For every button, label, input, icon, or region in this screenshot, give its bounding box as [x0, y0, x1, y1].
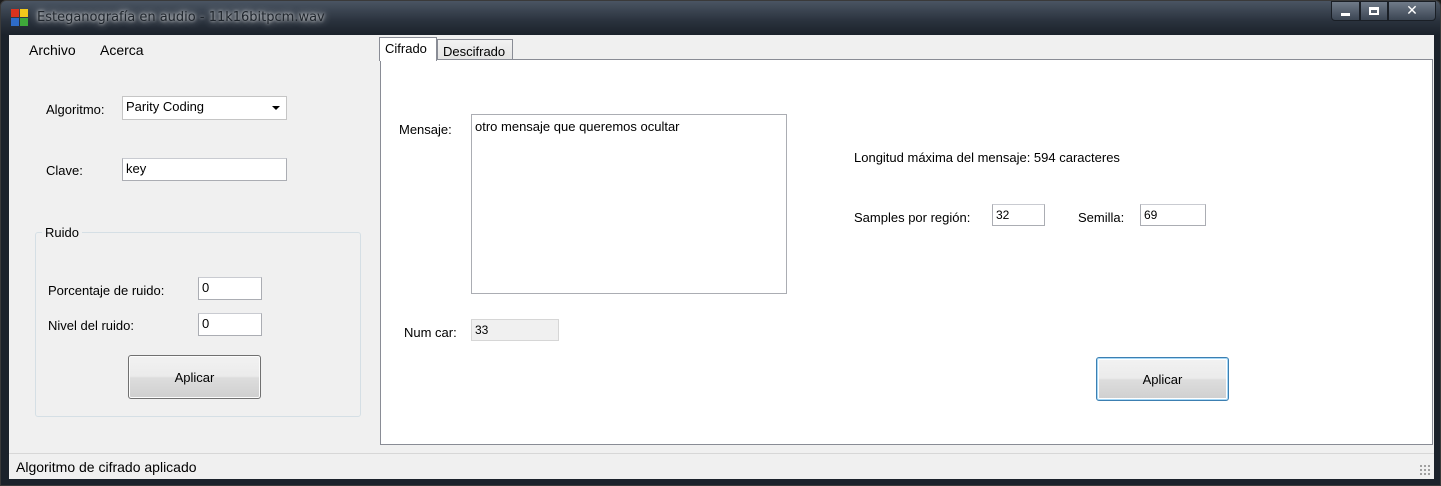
samples-label: Samples por región:	[854, 210, 971, 225]
tab-descifrado[interactable]: Descifrado	[437, 39, 513, 61]
semilla-input[interactable]: 69	[1140, 204, 1206, 226]
client-area: Archivo Acerca Algoritmo: Parity Coding …	[9, 35, 1434, 479]
mensaje-textarea[interactable]: otro mensaje que queremos ocultar	[471, 114, 787, 294]
mensaje-label: Mensaje:	[399, 122, 452, 137]
samples-input[interactable]: 32	[992, 204, 1045, 226]
menu-bar: Archivo Acerca	[9, 35, 379, 63]
chevron-down-icon	[272, 106, 280, 110]
menu-archivo[interactable]: Archivo	[29, 42, 76, 58]
numcar-value: 33	[471, 319, 559, 341]
algoritmo-select[interactable]: Parity Coding	[122, 96, 287, 120]
status-text: Algoritmo de cifrado aplicado	[16, 459, 197, 475]
algoritmo-select-value: Parity Coding	[126, 99, 205, 114]
nivel-ruido-label: Nivel del ruido:	[48, 318, 134, 333]
title-bar[interactable]: Esteganografía en audio - 11k16bitpcm.wa…	[1, 1, 1441, 35]
numcar-label: Num car:	[404, 325, 457, 340]
app-icon	[11, 9, 29, 27]
minimize-button[interactable]	[1331, 1, 1360, 21]
clave-input[interactable]: key	[122, 158, 287, 181]
minimize-icon	[1341, 12, 1350, 16]
algoritmo-label: Algoritmo:	[46, 102, 105, 117]
ruido-apply-button[interactable]: Aplicar	[128, 355, 261, 399]
close-button[interactable]: ✕	[1388, 1, 1436, 21]
caption-buttons: ✕	[1331, 1, 1436, 21]
tab-cifrado[interactable]: Cifrado	[379, 37, 437, 61]
nivel-ruido-input[interactable]: 0	[198, 313, 262, 336]
status-bar: Algoritmo de cifrado aplicado	[9, 453, 1434, 479]
tab-page-cifrado: Mensaje: otro mensaje que queremos ocult…	[380, 59, 1433, 445]
close-icon: ✕	[1406, 3, 1418, 19]
ruido-groupbox-title: Ruido	[42, 225, 82, 240]
clave-label: Clave:	[46, 163, 83, 178]
semilla-label: Semilla:	[1078, 210, 1125, 225]
menu-acerca[interactable]: Acerca	[100, 42, 144, 58]
app-window: Esteganografía en audio - 11k16bitpcm.wa…	[0, 0, 1441, 486]
longitud-maxima-text: Longitud máxima del mensaje: 594 caracte…	[854, 150, 1120, 165]
cifrado-apply-button[interactable]: Aplicar	[1096, 357, 1229, 401]
window-title: Esteganografía en audio - 11k16bitpcm.wa…	[37, 10, 325, 25]
resize-grip-icon[interactable]	[1419, 464, 1431, 476]
porcentaje-ruido-input[interactable]: 0	[198, 277, 262, 300]
porcentaje-ruido-label: Porcentaje de ruido:	[48, 283, 165, 298]
maximize-icon	[1369, 7, 1379, 15]
maximize-button[interactable]	[1360, 1, 1388, 21]
